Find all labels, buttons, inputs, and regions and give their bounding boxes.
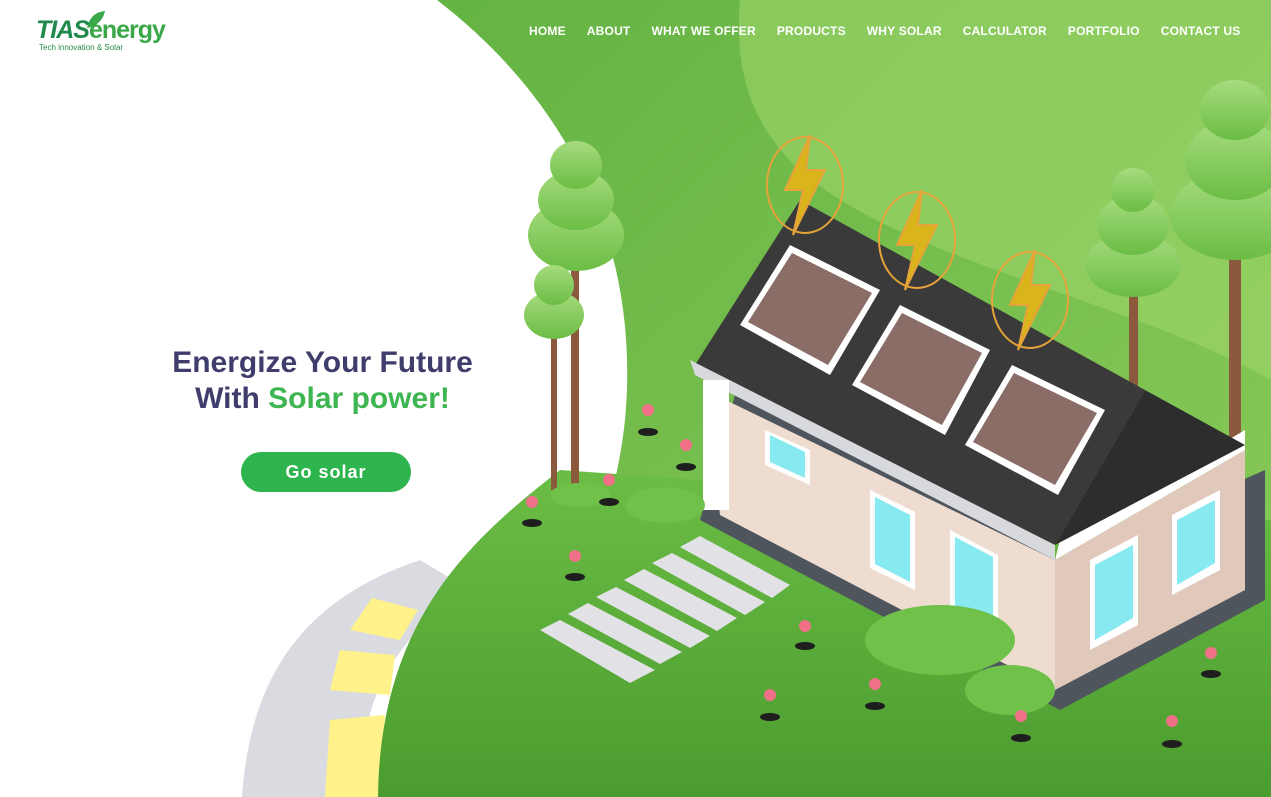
go-solar-button[interactable]: Go solar — [241, 452, 411, 492]
nav-item-about[interactable]: ABOUT — [576, 24, 641, 38]
hero-text: Energize Your Future With Solar power! — [150, 345, 495, 417]
logo-name-part2: energy — [88, 16, 166, 44]
nav-item-why-solar[interactable]: WHY SOLAR — [856, 24, 952, 38]
tree-left — [524, 141, 624, 490]
hero-heading-line1: Energize Your Future — [172, 346, 473, 379]
nav-item-products[interactable]: PRODUCTS — [766, 24, 856, 38]
hero-heading: Energize Your Future With Solar power! — [150, 345, 495, 417]
nav-item-contact-us[interactable]: CONTACT US — [1150, 24, 1251, 38]
logo-name-part1: TIAS — [36, 16, 90, 44]
logo-tagline: Tech innovation & Solar — [39, 43, 124, 52]
nav-item-portfolio[interactable]: PORTFOLIO — [1057, 24, 1150, 38]
nav-item-calculator[interactable]: CALCULATOR — [952, 24, 1057, 38]
nav-item-what-we-offer[interactable]: WHAT WE OFFER — [641, 24, 766, 38]
main-nav: HOME ABOUT WHAT WE OFFER PRODUCTS WHY SO… — [518, 24, 1251, 38]
hero-heading-accent: Solar power! — [268, 382, 450, 415]
logo-brand: TIASenergy — [36, 16, 166, 45]
nav-item-home[interactable]: HOME — [518, 24, 576, 38]
logo[interactable]: TIASenergy Tech innovation & Solar — [36, 10, 166, 56]
hero-heading-line2-prefix: With — [195, 382, 269, 415]
